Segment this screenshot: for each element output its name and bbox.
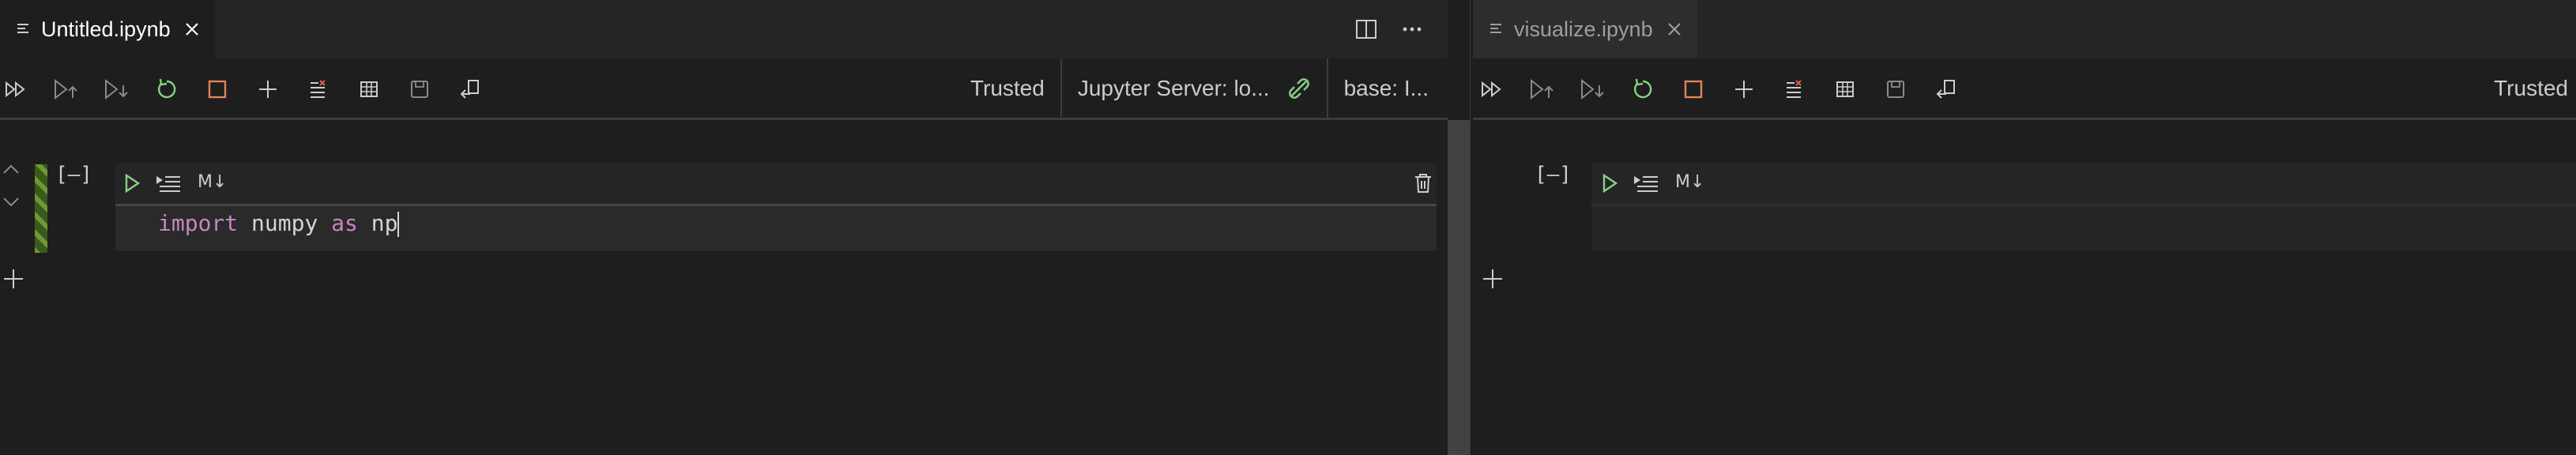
restart-kernel-icon[interactable] (153, 76, 180, 103)
keyword: import (158, 210, 239, 236)
more-actions-icon[interactable] (1400, 17, 1424, 41)
trusted-status[interactable]: Trusted (955, 58, 1060, 118)
connected-icon (1287, 77, 1311, 100)
tab-visualize-ipynb[interactable]: visualize.ipynb (1473, 0, 1697, 58)
add-cell-icon[interactable] (254, 76, 281, 103)
tab-bar: Untitled.ipynb (0, 0, 1448, 58)
change-to-markdown-button[interactable]: M↓ (1675, 172, 1704, 192)
add-cell-icon[interactable] (1481, 267, 1505, 291)
trusted-status[interactable]: Trusted (2478, 58, 2576, 118)
run-above-icon[interactable] (52, 76, 79, 103)
delete-cell-icon[interactable] (1413, 172, 1433, 194)
notebook-file-icon (1489, 21, 1505, 37)
code-cell-editor[interactable]: import numpy as np (115, 204, 1437, 251)
right-editor-group: visualize.ipynb Trusted [–] M↓ (1473, 0, 2576, 455)
text-cursor (397, 212, 400, 237)
move-cell-down-icon[interactable] (2, 196, 21, 209)
run-all-icon[interactable] (3, 76, 30, 103)
split-editor-icon[interactable] (1354, 17, 1378, 41)
run-below-icon[interactable] (1579, 76, 1606, 103)
notebook-toolbar: Trusted (1473, 58, 2576, 120)
tab-label: Untitled.ipynb (41, 17, 171, 41)
execution-count: [–] (1535, 163, 1572, 186)
editor-actions (1354, 0, 1448, 58)
variables-icon[interactable] (356, 76, 382, 103)
run-cell-icon[interactable] (123, 173, 141, 194)
run-by-line-icon[interactable] (155, 173, 182, 194)
run-cell-icon[interactable] (1601, 173, 1618, 194)
interrupt-kernel-icon[interactable] (204, 76, 231, 103)
notebook-body: [–] M↓ (1473, 120, 2576, 455)
left-editor-group: Untitled.ipynb Trusted Jupyter Server: l… (0, 0, 1448, 455)
add-cell-icon[interactable] (1731, 76, 1757, 103)
add-cell-icon[interactable] (2, 267, 25, 291)
editor-group-divider[interactable] (1470, 0, 1471, 455)
move-cell-up-icon[interactable] (2, 163, 21, 175)
cell-toolbar: M↓ (1591, 163, 2576, 204)
jupyter-server-label: Jupyter Server: lo... (1077, 75, 1270, 100)
selected-cell-indicator (35, 164, 47, 253)
code-cell-editor[interactable] (1591, 204, 2576, 251)
vertical-scrollbar[interactable] (1448, 120, 1470, 455)
tab-bar: visualize.ipynb (1473, 0, 2576, 58)
run-by-line-icon[interactable] (1633, 173, 1659, 194)
close-icon[interactable] (183, 21, 201, 38)
notebook-file-icon (16, 21, 32, 37)
interrupt-kernel-icon[interactable] (1680, 76, 1707, 103)
clear-outputs-icon[interactable] (305, 76, 332, 103)
close-icon[interactable] (1666, 21, 1683, 38)
save-icon[interactable] (1882, 76, 1909, 103)
keyword: as (331, 210, 358, 236)
code-line[interactable]: import numpy as np (158, 210, 400, 237)
run-above-icon[interactable] (1528, 76, 1555, 103)
run-below-icon[interactable] (103, 76, 130, 103)
export-icon[interactable] (1933, 76, 1960, 103)
restart-kernel-icon[interactable] (1629, 76, 1656, 103)
module-name: numpy (238, 210, 332, 236)
kernel-selector[interactable]: base: I... (1328, 58, 1448, 118)
jupyter-server-status[interactable]: Jupyter Server: lo... (1062, 58, 1327, 118)
export-icon[interactable] (457, 76, 484, 103)
alias-name: np (357, 210, 398, 236)
save-icon[interactable] (406, 76, 433, 103)
variables-icon[interactable] (1832, 76, 1859, 103)
notebook-body: [–] M↓ import numpy as np (0, 120, 1448, 455)
tab-untitled-ipynb[interactable]: Untitled.ipynb (0, 0, 215, 58)
change-to-markdown-button[interactable]: M↓ (198, 172, 227, 192)
cell-toolbar: M↓ (115, 163, 1437, 204)
clear-outputs-icon[interactable] (1781, 76, 1808, 103)
run-all-icon[interactable] (1479, 76, 1506, 103)
notebook-toolbar: Trusted Jupyter Server: lo... base: I... (0, 58, 1448, 120)
execution-count: [–] (55, 163, 92, 186)
tab-label: visualize.ipynb (1514, 17, 1653, 41)
kernel-status: Trusted (2478, 58, 2576, 118)
kernel-status: Trusted Jupyter Server: lo... base: I... (955, 58, 1448, 118)
